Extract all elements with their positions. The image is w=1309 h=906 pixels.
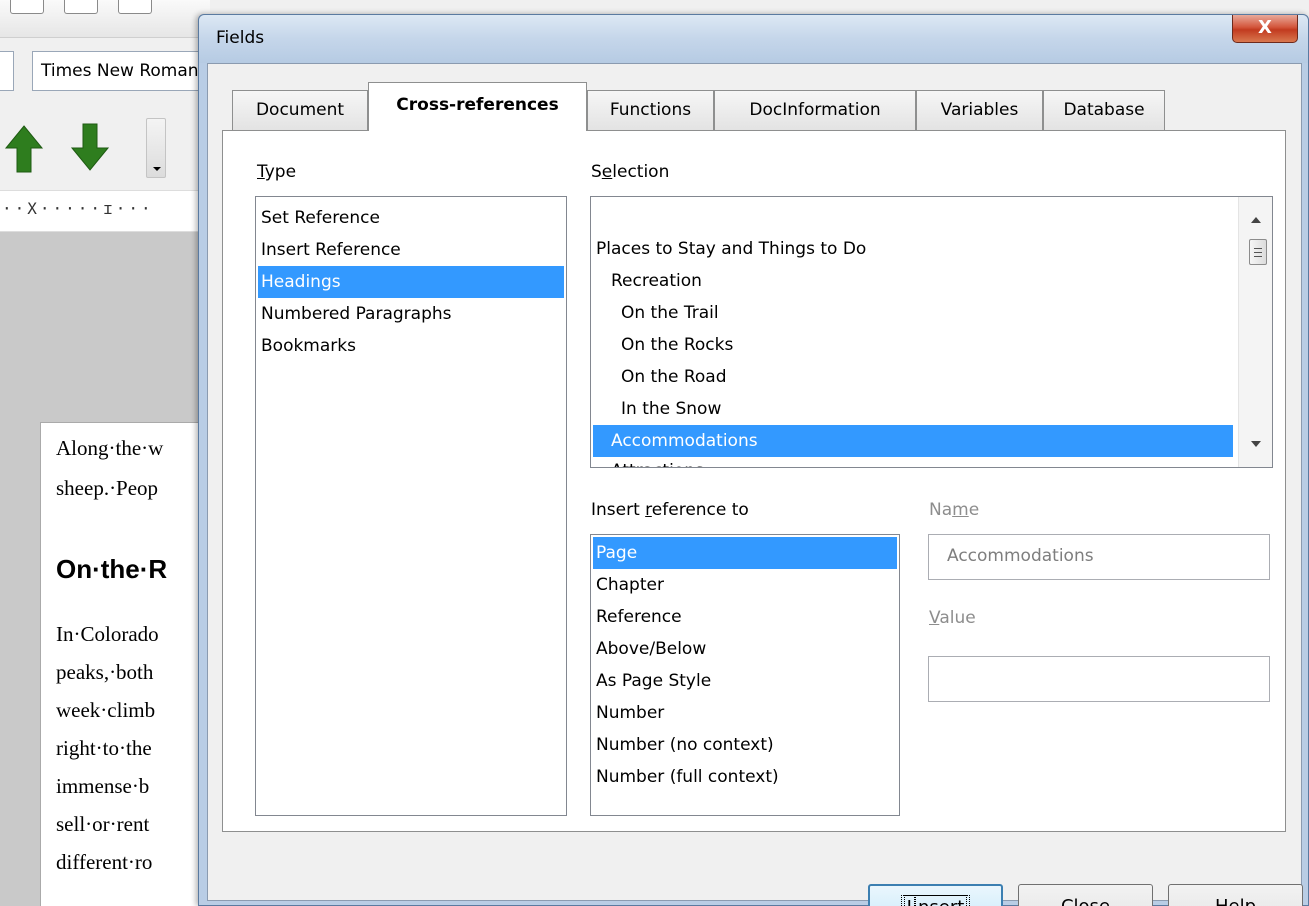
selection-item[interactable]: On the Trail <box>593 297 1233 329</box>
selection-item[interactable]: Places to Stay and Things to Do <box>593 233 1233 265</box>
name-label: Name <box>929 500 980 520</box>
insert-button[interactable]: Insert <box>868 884 1003 906</box>
scroll-up-icon[interactable] <box>1251 217 1261 223</box>
ref-item-chapter[interactable]: Chapter <box>593 569 897 601</box>
horizontal-ruler[interactable]: ··X·····ɪ··· <box>0 190 210 232</box>
doc-text-line: peaks,·both <box>56 660 154 684</box>
toolbar-button[interactable] <box>10 0 44 14</box>
selection-item[interactable]: On the Road <box>593 361 1233 393</box>
style-box[interactable] <box>0 51 14 91</box>
ref-item-number[interactable]: Number <box>593 697 897 729</box>
standard-toolbar <box>0 0 210 38</box>
toolbar-button[interactable] <box>64 0 98 14</box>
arrow-up-icon[interactable] <box>4 118 44 178</box>
selection-label: Selection <box>591 162 670 182</box>
doc-text-line: immense·b <box>56 774 150 798</box>
arrow-down-icon[interactable] <box>70 118 110 178</box>
ref-item-reference[interactable]: Reference <box>593 601 897 633</box>
scroll-down-icon[interactable] <box>1251 441 1261 447</box>
type-list[interactable]: Set Reference Insert Reference Headings … <box>255 196 567 816</box>
type-item-insert-reference[interactable]: Insert Reference <box>258 234 564 266</box>
selection-scrollbar[interactable] <box>1238 197 1272 467</box>
doc-text-line: sell·or·rent <box>56 812 150 836</box>
dialog-body: Document Cross-references Functions DocI… <box>207 63 1303 906</box>
doc-text-line: sheep.·Peop <box>56 476 159 500</box>
type-item-bookmarks[interactable]: Bookmarks <box>258 330 564 362</box>
selection-item[interactable]: Recreation <box>593 265 1233 297</box>
type-item-headings[interactable]: Headings <box>258 266 564 298</box>
doc-text-line: In·Colorado <box>56 622 159 646</box>
tab-functions[interactable]: Functions <box>587 90 714 130</box>
selection-list[interactable]: Places to Stay and Things to Do Recreati… <box>590 196 1273 468</box>
font-name-box[interactable]: Times New Roman <box>32 51 210 91</box>
close-button[interactable]: Close <box>1018 884 1153 906</box>
value-field[interactable] <box>928 656 1270 702</box>
type-item-numbered-paragraphs[interactable]: Numbered Paragraphs <box>258 298 564 330</box>
selection-item-accommodations[interactable]: Accommodations <box>593 425 1233 457</box>
cross-references-panel: Type Set Reference Insert Reference Head… <box>222 130 1286 832</box>
tab-document[interactable]: Document <box>232 90 368 130</box>
doc-heading: On·the·R <box>56 554 168 584</box>
ruler-marks: ··X·····ɪ··· <box>2 199 154 218</box>
type-label: Type <box>257 162 297 182</box>
doc-text-line: right·to·the <box>56 736 152 760</box>
help-button[interactable]: Help <box>1168 884 1303 906</box>
selection-item[interactable]: In the Snow <box>593 393 1233 425</box>
scroll-thumb[interactable] <box>1249 239 1267 265</box>
doc-text-line: week·climb <box>56 698 156 722</box>
doc-text-line: different·ro <box>56 850 153 874</box>
ref-item-above-below[interactable]: Above/Below <box>593 633 897 665</box>
dialog-title: Fields <box>216 28 265 48</box>
name-field[interactable]: Accommodations <box>928 534 1270 580</box>
chevron-down-icon <box>153 167 161 171</box>
toolbar-dropdown[interactable] <box>146 118 166 178</box>
tab-docinformation[interactable]: DocInformation <box>714 90 916 130</box>
value-label: Value <box>929 608 976 628</box>
ref-item-number-full-context[interactable]: Number (full context) <box>593 761 897 793</box>
doc-text-line: Along·the·w <box>56 436 164 460</box>
tab-variables[interactable]: Variables <box>916 90 1043 130</box>
dialog-titlebar[interactable]: Fields X <box>199 15 1308 63</box>
tab-cross-references[interactable]: Cross-references <box>368 82 587 131</box>
insert-reference-list[interactable]: Page Chapter Reference Above/Below As Pa… <box>590 534 900 816</box>
close-window-button[interactable]: X <box>1232 15 1298 43</box>
insert-reference-to-label: Insert reference to <box>591 500 749 520</box>
fields-dialog: Fields X Document Cross-references Funct… <box>198 14 1309 906</box>
tab-database[interactable]: Database <box>1043 90 1165 130</box>
selection-item[interactable]: Attractions <box>593 455 1233 467</box>
selection-item[interactable]: On the Rocks <box>593 329 1233 361</box>
type-item-set-reference[interactable]: Set Reference <box>258 202 564 234</box>
ref-item-number-no-context[interactable]: Number (no context) <box>593 729 897 761</box>
ref-item-as-page-style[interactable]: As Page Style <box>593 665 897 697</box>
ref-item-page[interactable]: Page <box>593 537 897 569</box>
toolbar-button[interactable] <box>118 0 152 14</box>
